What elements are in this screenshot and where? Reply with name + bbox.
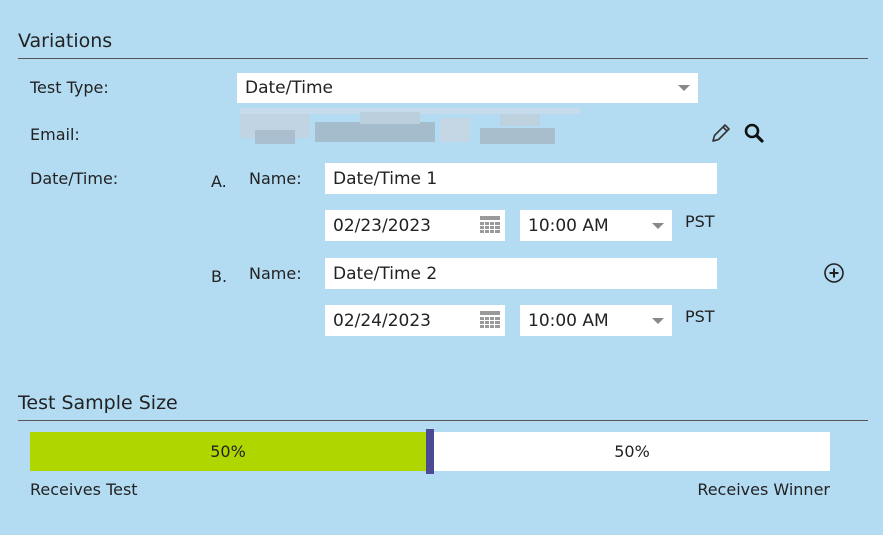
test-type-value: Date/Time [245,78,333,98]
search-icon[interactable] [742,121,766,145]
pencil-icon[interactable] [709,121,733,145]
date-input-b[interactable]: 02/24/2023 [325,305,505,336]
name-value-b: Date/Time 2 [333,263,438,284]
email-label: Email: [30,125,80,144]
timezone-label-b: PST [685,307,715,326]
datetime-label: Date/Time: [30,169,119,188]
test-portion: 50% [30,432,426,471]
winner-percent-label: 50% [614,442,650,461]
time-select-a[interactable]: 10:00 AM [520,210,672,241]
calendar-icon[interactable] [479,310,501,330]
test-percent-label: 50% [210,442,246,461]
name-input-a[interactable]: Date/Time 1 [325,163,717,194]
variant-letter-b: B. [211,267,228,286]
date-value-b: 02/24/2023 [333,310,431,331]
section-divider [18,420,868,421]
variant-letter-a: A. [211,172,227,191]
test-type-label: Test Type: [30,78,109,97]
chevron-down-icon [652,317,664,324]
chevron-down-icon [678,85,690,91]
name-label-b: Name: [249,264,302,283]
timezone-label-a: PST [685,212,715,231]
test-type-select[interactable]: Date/Time [237,73,698,103]
sample-size-section-title: Test Sample Size [18,392,178,414]
time-select-b[interactable]: 10:00 AM [520,305,672,336]
winner-portion: 50% [434,432,830,471]
add-circle-icon[interactable] [823,262,845,284]
date-input-a[interactable]: 02/23/2023 [325,210,505,241]
variations-section-title: Variations [18,30,113,52]
chevron-down-icon [652,222,664,229]
receives-test-label: Receives Test [30,480,138,499]
name-value-a: Date/Time 1 [333,168,438,189]
date-value-a: 02/23/2023 [333,215,431,236]
section-divider [18,58,868,59]
name-input-b[interactable]: Date/Time 2 [325,258,717,289]
sample-size-slider[interactable]: 50% 50% [30,429,830,474]
slider-handle[interactable] [426,429,434,474]
time-value-b: 10:00 AM [528,310,609,331]
calendar-icon[interactable] [479,215,501,235]
receives-winner-label: Receives Winner [697,480,830,499]
time-value-a: 10:00 AM [528,215,609,236]
name-label-a: Name: [249,169,302,188]
